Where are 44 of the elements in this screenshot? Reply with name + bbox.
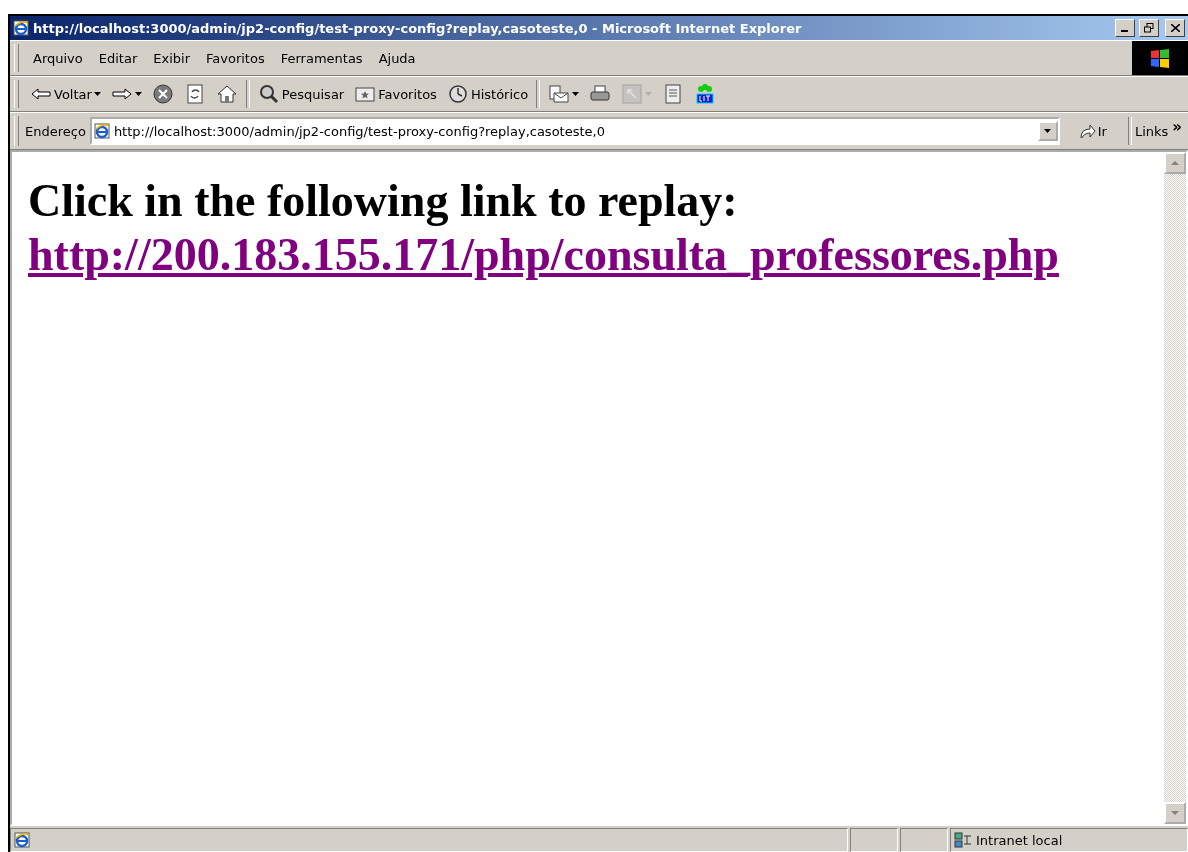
flower-lite-icon: [694, 83, 717, 105]
menu-item[interactable]: Arquivo: [25, 42, 91, 74]
menu-item[interactable]: Ferramentas: [272, 42, 371, 74]
go-arrow-icon: [1077, 123, 1096, 139]
mail-icon: [548, 83, 571, 105]
menu-item[interactable]: Exibir: [145, 42, 198, 74]
restore-button[interactable]: [1139, 19, 1159, 37]
scrollbar[interactable]: [1164, 152, 1186, 824]
down-triangle-icon: [1171, 811, 1179, 815]
scroll-down-button[interactable]: [1164, 802, 1186, 824]
minimize-button[interactable]: [1115, 19, 1135, 37]
menu-item[interactable]: Editar: [90, 42, 146, 74]
home-icon: [215, 83, 238, 105]
links-label[interactable]: Links: [1134, 123, 1169, 139]
clock-icon: [446, 83, 469, 105]
history-button[interactable]: Histórico: [441, 77, 534, 111]
restore-icon: [1144, 23, 1154, 33]
network-icon: [954, 832, 972, 848]
window-title: http://localhost:3000/admin/jp2-config/test-proxy-config?replay,casoteste,0 - Microsoft Internet Explorer: [33, 20, 803, 36]
close-button[interactable]: [1165, 19, 1185, 37]
page-icon: [93, 123, 110, 139]
back-button[interactable]: Voltar: [25, 77, 106, 111]
search-icon: [257, 83, 280, 105]
menu-item[interactable]: Ajuda: [370, 42, 424, 74]
security-pane: [900, 828, 948, 852]
stop-icon: [151, 83, 174, 105]
scroll-up-button[interactable]: [1164, 152, 1186, 174]
page-icon: [14, 832, 30, 848]
up-triangle-icon: [1171, 161, 1179, 165]
replay-link[interactable]: http://200.183.155.171/php/consulta_professores.php: [28, 228, 1059, 282]
chevron-button[interactable]: »: [1168, 118, 1188, 144]
page-heading: Click in the following link to replay:: [28, 174, 739, 228]
dropdown-button[interactable]: [1037, 121, 1058, 141]
menu-item[interactable]: Favoritos: [198, 42, 273, 74]
go-button[interactable]: Ir: [1059, 123, 1125, 139]
address-field[interactable]: http://localhost:3000/admin/jp2-config/test-proxy-config?replay,casoteste,0: [89, 117, 1060, 145]
close-icon: [1170, 24, 1180, 32]
zone-label: Intranet local: [976, 832, 1063, 848]
search-button[interactable]: Pesquisar: [252, 77, 350, 111]
favorites-button[interactable]: Favoritos: [349, 77, 442, 111]
caret-icon: [1044, 129, 1052, 133]
address-label: Endereço: [25, 123, 86, 139]
progress-pane: [850, 828, 898, 852]
browser-icon: [13, 20, 29, 36]
